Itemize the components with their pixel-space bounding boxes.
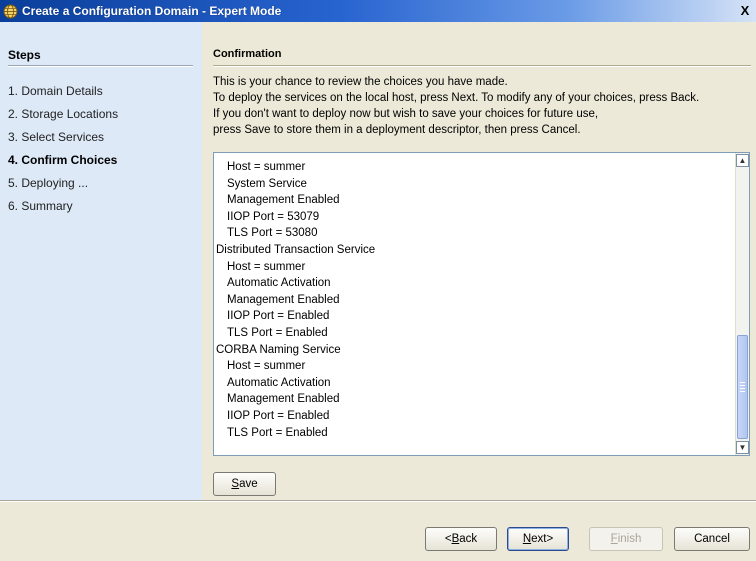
summary-detail-line: Automatic Activation	[227, 277, 331, 290]
summary-content: Host = summer System Service Management En…	[214, 159, 734, 441]
back-button[interactable]: <Back	[425, 527, 497, 551]
summary-detail-line: TLS Port = 53080	[227, 227, 318, 240]
step-item-current: 4. Confirm Choices	[8, 153, 118, 167]
summary-detail-line: Management Enabled	[227, 293, 340, 306]
step-list: 1. Domain Details 2. Storage Locations 3…	[8, 80, 118, 218]
step-item: 3. Select Services	[8, 130, 105, 144]
summary-service-line: Distributed Transaction Service	[216, 243, 376, 256]
scrollbar-thumb[interactable]	[737, 335, 748, 439]
intro-line: To deploy the services on the local host…	[213, 92, 700, 104]
summary-detail-line: Management Enabled	[227, 393, 340, 406]
vertical-scrollbar[interactable]: ▲ ▼	[735, 153, 749, 455]
globe-icon	[3, 4, 18, 19]
step-item: 5. Deploying ...	[8, 176, 89, 190]
section-title: Confirmation	[213, 48, 282, 60]
summary-detail-line: Host = summer	[227, 360, 306, 373]
summary-detail-line: Management Enabled	[227, 194, 340, 207]
steps-heading: Steps	[8, 48, 41, 62]
step-item: 1. Domain Details	[8, 84, 103, 98]
summary-text-area[interactable]: Host = summer System Service Management En…	[213, 152, 750, 456]
section-divider	[213, 65, 751, 67]
intro-text: This is your chance to review the choice…	[213, 74, 756, 138]
window-title: Create a Configuration Domain - Expert M…	[22, 4, 282, 18]
title-bar[interactable]: Create a Configuration Domain - Expert M…	[0, 0, 756, 22]
summary-detail-line: TLS Port = Enabled	[227, 426, 328, 439]
sidebar-divider	[8, 65, 193, 67]
step-item: 6. Summary	[8, 199, 73, 213]
summary-detail-line: IIOP Port = 53079	[227, 210, 320, 223]
main-panel: Confirmation This is your chance to revi…	[202, 22, 756, 500]
cancel-button[interactable]: Cancel	[674, 527, 750, 551]
steps-sidebar: Steps 1. Domain Details 2. Storage Locat…	[0, 22, 202, 500]
summary-detail-line: Host = summer	[227, 161, 306, 173]
summary-detail-line: IIOP Port = Enabled	[227, 310, 330, 323]
summary-detail-line: IIOP Port = Enabled	[227, 409, 330, 422]
save-button[interactable]: Save	[213, 472, 276, 496]
intro-line: press Save to store them in a deployment…	[213, 124, 581, 136]
summary-detail-line: TLS Port = Enabled	[227, 326, 328, 339]
footer-divider	[0, 500, 756, 502]
finish-button[interactable]: Finish	[589, 527, 663, 551]
summary-detail-line: Host = summer	[227, 260, 306, 273]
summary-detail-line: Automatic Activation	[227, 376, 331, 389]
step-item: 2. Storage Locations	[8, 107, 119, 121]
next-button[interactable]: Next>	[507, 527, 569, 551]
intro-line: If you don't want to deploy now but wish…	[213, 108, 599, 120]
summary-service-line: CORBA Naming Service	[216, 343, 341, 356]
close-button[interactable]: X	[737, 3, 753, 19]
summary-detail-line: System Service	[227, 177, 307, 190]
intro-line: This is your chance to review the choice…	[213, 76, 508, 88]
scroll-up-button[interactable]: ▲	[736, 154, 749, 167]
scroll-down-button[interactable]: ▼	[736, 441, 749, 454]
